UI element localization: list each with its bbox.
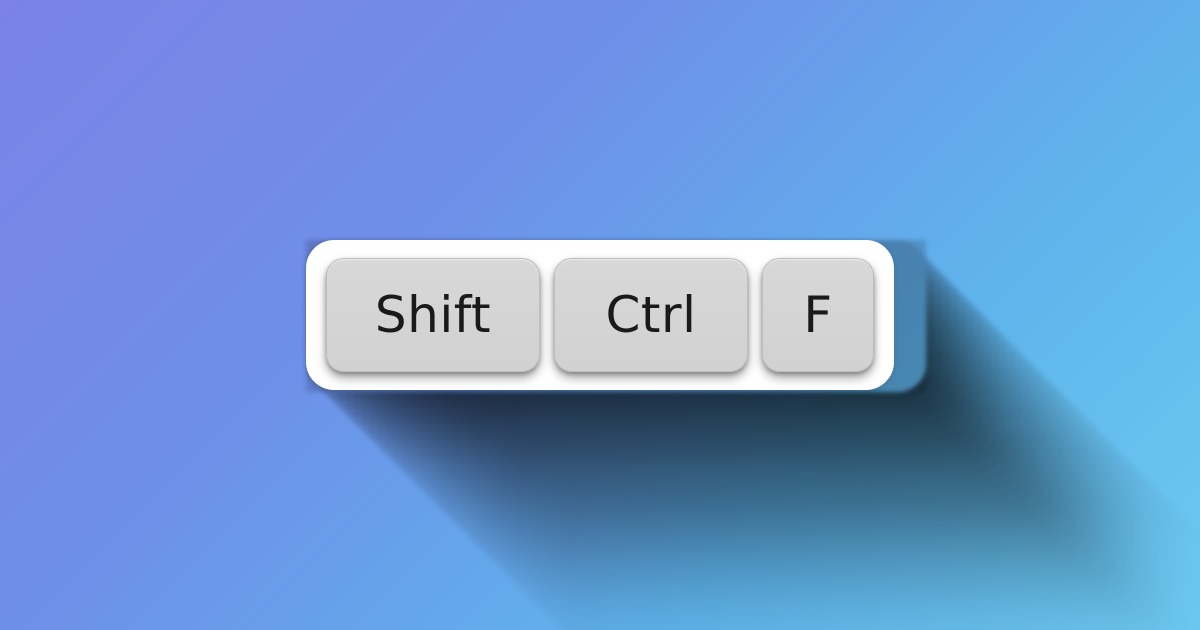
keyboard-shortcut-graphic: Shift Ctrl F xyxy=(306,240,894,390)
key-shift: Shift xyxy=(326,258,540,372)
key-ctrl: Ctrl xyxy=(554,258,748,372)
key-f: F xyxy=(762,258,874,372)
key-panel: Shift Ctrl F xyxy=(306,240,894,390)
